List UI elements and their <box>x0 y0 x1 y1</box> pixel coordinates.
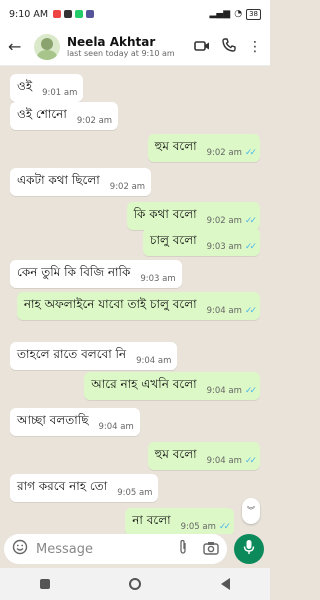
message-bubble[interactable]: ওই 9:01 am <box>10 74 84 102</box>
contact-name: Neela Akhtar <box>67 34 156 49</box>
read-ticks-icon: ✓✓ <box>244 216 257 226</box>
read-ticks-icon: ✓✓ <box>244 386 257 396</box>
read-ticks-icon: ✓✓ <box>244 306 257 316</box>
recents-icon[interactable] <box>39 579 50 589</box>
message-text: রাগ করবে নাহ তো <box>17 479 108 493</box>
message-bubble[interactable]: আরে নাহ এখনি বলো 9:04 am ✓✓ <box>84 372 260 400</box>
message-time: 9:05 am <box>117 488 153 498</box>
message-time: 9:04 am <box>98 422 134 432</box>
message-bubble[interactable]: ওই শোনো 9:02 am <box>10 102 119 130</box>
back-nav-icon[interactable] <box>221 578 231 590</box>
message-text: আরে নাহ এখনি বলো <box>91 377 197 391</box>
message-bubble[interactable]: চালু বলো 9:03 am ✓✓ <box>142 228 260 256</box>
message-list[interactable]: ওই 9:01 am ওই শোনো 9:02 am হুম বলো 9:02 … <box>0 66 270 534</box>
message-time: 9:03 am <box>206 242 242 252</box>
message-time: 9:04 am <box>206 456 242 466</box>
message-composer <box>0 534 270 568</box>
read-ticks-icon: ✓✓ <box>244 242 257 252</box>
message-bubble[interactable]: হুম বলো 9:04 am ✓✓ <box>147 442 260 470</box>
message-time: 9:04 am <box>206 306 242 316</box>
camera-icon[interactable] <box>203 540 219 559</box>
wifi-icon: ◔ <box>234 9 243 19</box>
message-time: 9:03 am <box>140 274 176 284</box>
message-bubble[interactable]: হুম বলো 9:02 am ✓✓ <box>147 134 260 162</box>
home-icon[interactable] <box>129 578 142 590</box>
message-time: 9:02 am <box>76 116 113 126</box>
arrow-left-icon[interactable]: ← <box>8 37 26 56</box>
read-ticks-icon: ✓✓ <box>244 456 257 466</box>
message-bubble[interactable]: রাগ করবে নাহ তো 9:05 am <box>10 474 159 502</box>
app-icon <box>86 10 95 18</box>
chat-header: ← Neela Akhtar last seen today at 9:10 a… <box>0 28 270 66</box>
contact-info[interactable]: Neela Akhtar last seen today at 9:10 am <box>67 35 194 59</box>
status-bar: 9:10 AM ▂▄▆ ◔ 38 <box>0 0 270 28</box>
whatsapp-icon <box>75 10 84 18</box>
message-time: 9:02 am <box>109 182 146 192</box>
emoji-icon[interactable] <box>12 539 28 559</box>
message-text: কেন তুমি কি বিজি নাকি <box>17 265 131 279</box>
avatar[interactable] <box>34 33 60 60</box>
message-bubble[interactable]: তাহলে রাতে বলবো নি 9:04 am <box>10 342 178 370</box>
message-text: চালু বলো <box>149 233 197 247</box>
message-time: 9:01 am <box>42 88 78 98</box>
message-time: 9:02 am <box>206 148 242 158</box>
message-bubble[interactable]: আচ্ছা বলতাছি 9:04 am <box>10 408 140 436</box>
video-call-icon[interactable] <box>194 37 210 56</box>
message-bubble[interactable]: কি কথা বলো 9:02 am ✓✓ <box>126 202 260 230</box>
message-bubble[interactable]: একটা কথা ছিলো 9:02 am <box>10 168 152 196</box>
message-bubble[interactable]: না বলো 9:05 am ✓✓ <box>125 508 234 534</box>
message-icon <box>64 10 73 18</box>
message-input-bar <box>4 534 227 564</box>
message-text: হুম বলো <box>154 139 197 153</box>
message-time: 9:05 am <box>180 522 216 532</box>
message-text: কি কথা বলো <box>133 207 197 221</box>
read-ticks-icon: ✓✓ <box>244 148 257 158</box>
message-input[interactable] <box>36 541 177 557</box>
signal-icon: ▂▄▆ <box>209 9 231 19</box>
read-ticks-icon: ✓✓ <box>218 522 231 532</box>
message-text: ওই শোনো <box>17 107 67 121</box>
message-bubble[interactable]: কেন তুমি কি বিজি নাকি 9:03 am <box>10 260 182 288</box>
status-time: 9:10 AM <box>9 8 49 20</box>
youtube-icon <box>53 10 62 18</box>
last-seen: last seen today at 9:10 am <box>67 48 175 58</box>
message-bubble[interactable]: নাহ অফলাইনে যাবো তাই চালু বলো 9:04 am ✓✓ <box>16 292 260 320</box>
message-time: 9:04 am <box>206 386 242 396</box>
message-text: তাহলে রাতে বলবো নি <box>17 347 127 361</box>
battery-icon: 38 <box>246 8 261 20</box>
message-text: হুম বলো <box>154 447 197 461</box>
mic-icon <box>243 539 255 559</box>
message-text: না বলো <box>132 513 171 527</box>
message-text: নাহ অফলাইনে যাবো তাই চালু বলো <box>23 297 197 311</box>
chevron-double-down-icon: ︾ <box>247 506 255 515</box>
message-time: 9:02 am <box>206 216 242 226</box>
system-nav-bar <box>0 568 270 600</box>
more-vert-icon[interactable]: ⋮ <box>248 40 262 54</box>
message-text: একটা কথা ছিলো <box>17 173 100 187</box>
mic-button[interactable] <box>234 534 264 564</box>
message-time: 9:04 am <box>136 356 172 366</box>
message-text: আচ্ছা বলতাছি <box>17 413 89 427</box>
phone-icon[interactable] <box>222 37 236 56</box>
message-text: ওই <box>17 79 33 93</box>
paperclip-icon[interactable] <box>177 539 189 559</box>
scroll-down-button[interactable]: ︾ <box>242 498 260 524</box>
notification-icons <box>53 10 95 18</box>
